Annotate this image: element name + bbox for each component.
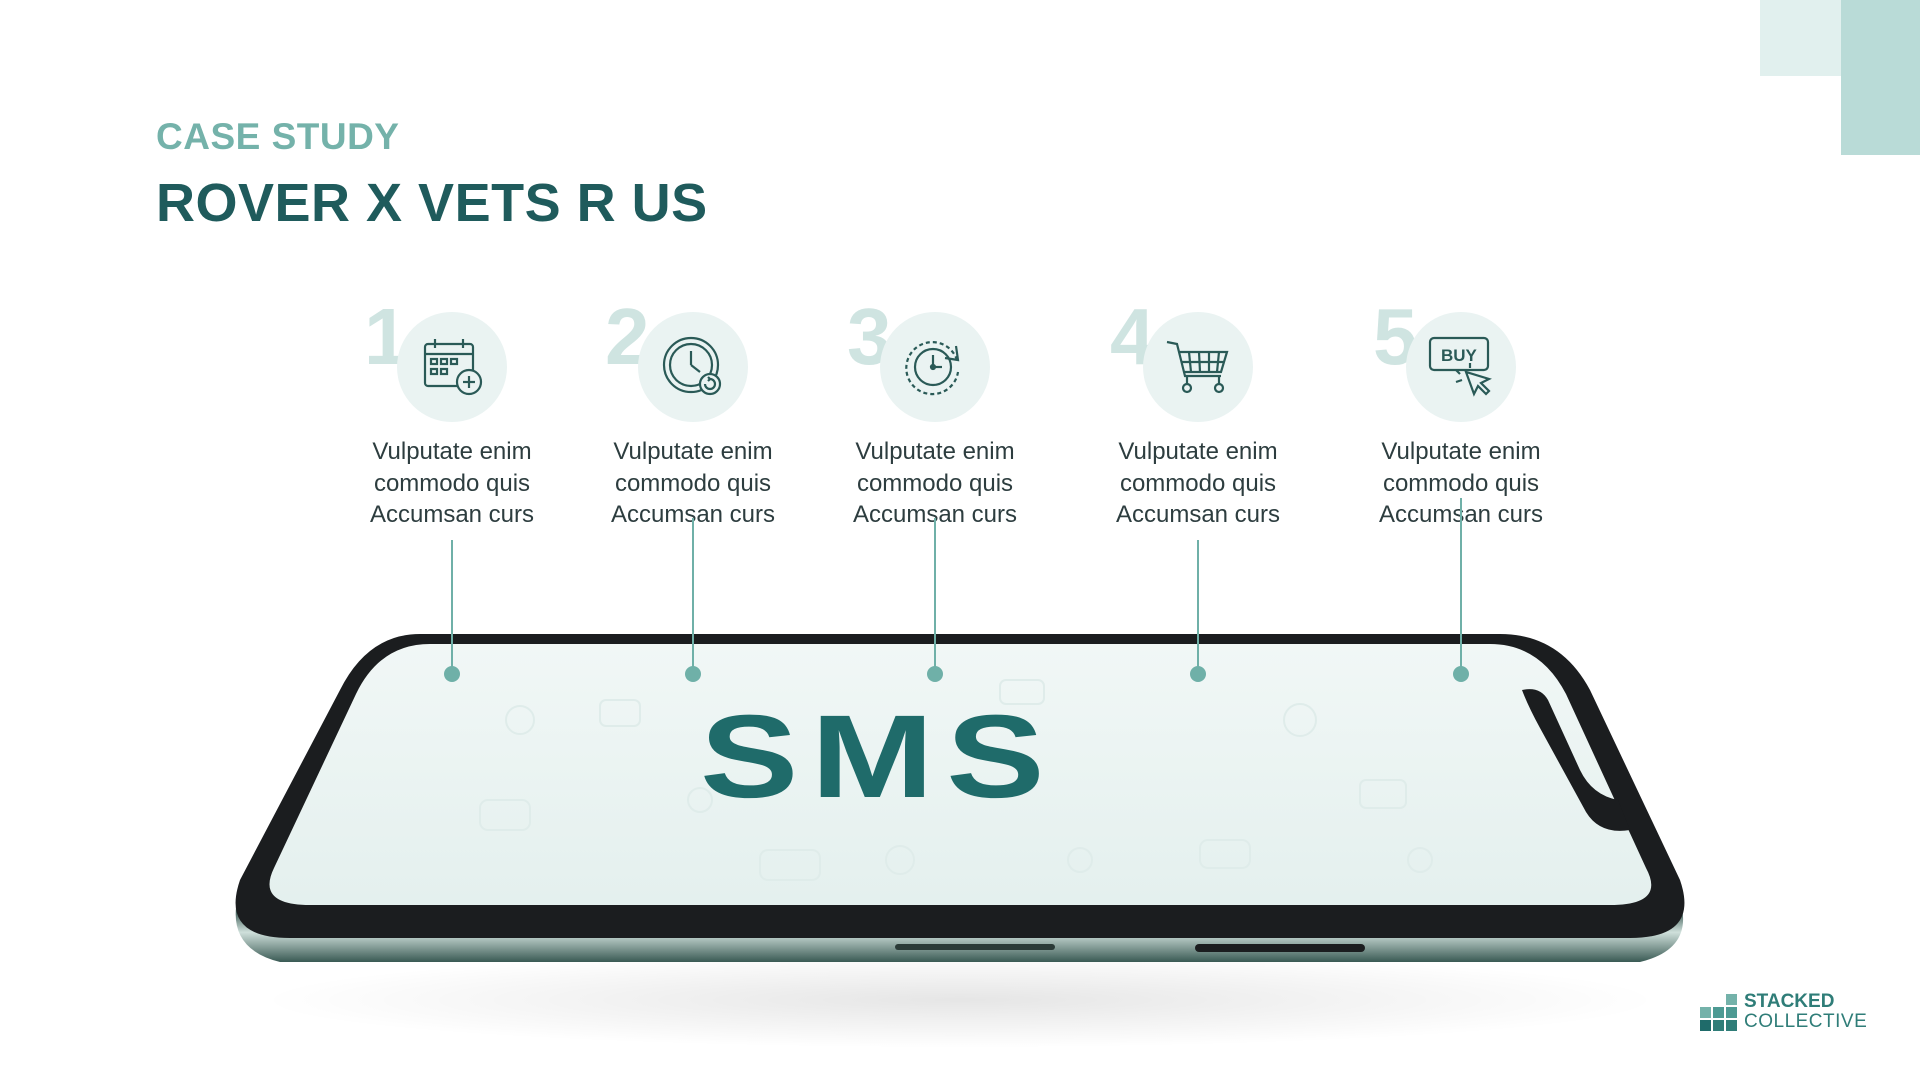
timer-cycle-icon: [905, 341, 960, 396]
brand-line-2: COLLECTIVE: [1744, 1011, 1868, 1032]
stacked-blocks-icon: [1700, 994, 1737, 1031]
step-description: Vulputate enim commodo quis Accumsan curs: [610, 438, 776, 528]
screen-sms-text: SMS: [700, 691, 1058, 823]
svg-text:BUY: BUY: [1441, 346, 1478, 365]
connector-line-5: [1460, 498, 1462, 672]
clock-refresh-icon: [662, 336, 722, 396]
connector-line-1: [451, 540, 453, 672]
connector-dot-2: [685, 666, 701, 682]
step-description: Vulputate enim commodo quis Accumsan curs: [1115, 438, 1281, 528]
step-1: 1 Vulputate enim commodo quis Accumsan cur…: [342, 296, 562, 541]
connector-line-3: [934, 518, 936, 672]
connector-line-2: [692, 518, 694, 672]
brand-logo: STACKED COLLECTIVE: [1700, 992, 1900, 1034]
phone-shadow: [260, 952, 1660, 1048]
connector-dot-5: [1453, 666, 1469, 682]
brand-line-1: STACKED: [1744, 991, 1835, 1012]
step-3: 3 Vulputate enim commodo quis Accumsan cur…: [825, 296, 1045, 541]
step-description: Vulputate enim commodo quis Accumsan curs: [369, 438, 535, 528]
connector-dot-1: [444, 666, 460, 682]
phone-side-button: [1195, 944, 1365, 952]
step-2: 2 Vulputate enim commodo quis Accumsan cur…: [583, 296, 803, 541]
connector-dot-3: [927, 666, 943, 682]
connector-dot-4: [1190, 666, 1206, 682]
step-description: Vulputate enim commodo quis Accumsan curs: [852, 438, 1018, 528]
phone-side-button-2: [895, 944, 1055, 950]
step-4: 4 Vulputate enim commodo quis Accumsan cur…: [1088, 296, 1308, 541]
connector-line-4: [1197, 540, 1199, 672]
buy-click-icon: BUY: [1428, 336, 1492, 397]
shopping-cart-icon: [1166, 340, 1229, 394]
calendar-add-icon: [423, 339, 483, 396]
